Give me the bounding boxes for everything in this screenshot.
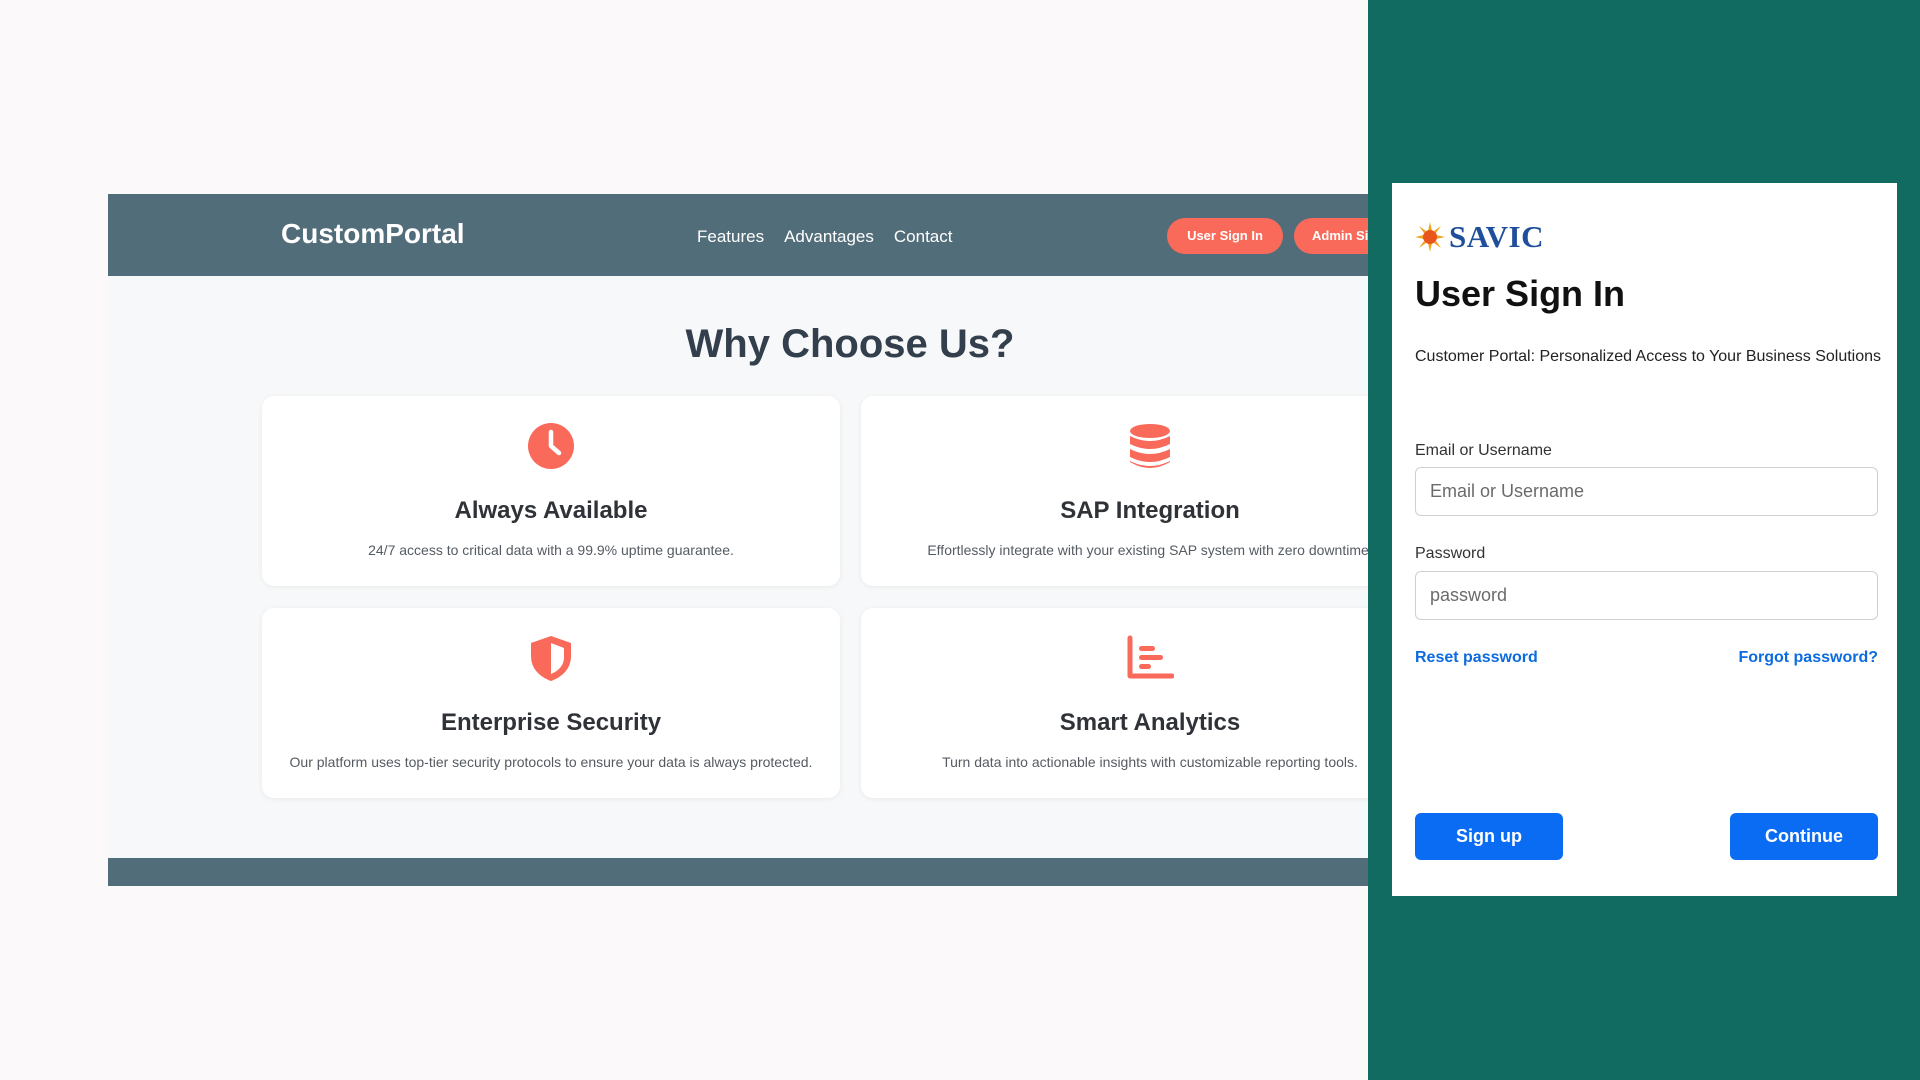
savic-logo: SAVIC (1415, 219, 1544, 255)
signin-card: SAVIC User Sign In Customer Portal: Pers… (1392, 183, 1897, 896)
feature-title: Always Available (454, 497, 648, 524)
password-label: Password (1415, 545, 1486, 562)
feature-description: Effortlessly integrate with your existin… (927, 542, 1368, 558)
bar-chart-icon (1127, 635, 1174, 679)
user-signin-button[interactable]: User Sign In (1167, 218, 1283, 254)
nav-link-features[interactable]: Features (697, 227, 764, 247)
feature-card: Always Available 24/7 access to critical… (262, 396, 840, 586)
shield-icon (531, 636, 571, 681)
portal-nav-links: Features Advantages Contact (697, 227, 952, 247)
section-title: Why Choose Us? (685, 322, 1015, 366)
signin-subtitle: Customer Portal: Personalized Access to … (1415, 348, 1882, 365)
forgot-password-link[interactable]: Forgot password? (1738, 649, 1878, 667)
admin-signin-button[interactable]: Admin Si (1294, 218, 1368, 254)
email-label: Email or Username (1415, 442, 1552, 459)
portal-window: CustomPortal Features Advantages Contact… (108, 194, 1368, 886)
continue-button[interactable]: Continue (1730, 813, 1878, 860)
portal-navbar: CustomPortal Features Advantages Contact… (108, 194, 1368, 276)
logo-text: SAVIC (1449, 219, 1544, 254)
portal-brand[interactable]: CustomPortal (281, 218, 465, 250)
feature-description: 24/7 access to critical data with a 99.9… (368, 542, 734, 558)
sun-icon (1415, 222, 1445, 252)
nav-link-contact[interactable]: Contact (894, 227, 953, 247)
nav-link-advantages[interactable]: Advantages (784, 227, 874, 247)
feature-description: Our platform uses top-tier security prot… (289, 754, 813, 770)
feature-description: Turn data into actionable insights with … (942, 754, 1358, 770)
email-field[interactable] (1415, 467, 1878, 516)
feature-card: SAP Integration Effortlessly integrate w… (861, 396, 1368, 586)
password-field[interactable] (1415, 571, 1878, 620)
database-icon (1130, 424, 1170, 468)
feature-title: Enterprise Security (440, 709, 662, 736)
feature-card: Smart Analytics Turn data into actionabl… (861, 608, 1368, 798)
signin-title: User Sign In (1415, 273, 1626, 314)
feature-card: Enterprise Security Our platform uses to… (262, 608, 840, 798)
clock-icon (528, 423, 574, 469)
portal-footer (108, 858, 1368, 886)
feature-title: Smart Analytics (1059, 709, 1241, 736)
feature-title: SAP Integration (1060, 497, 1240, 524)
signup-button[interactable]: Sign up (1415, 813, 1563, 860)
reset-password-link[interactable]: Reset password (1415, 649, 1538, 667)
